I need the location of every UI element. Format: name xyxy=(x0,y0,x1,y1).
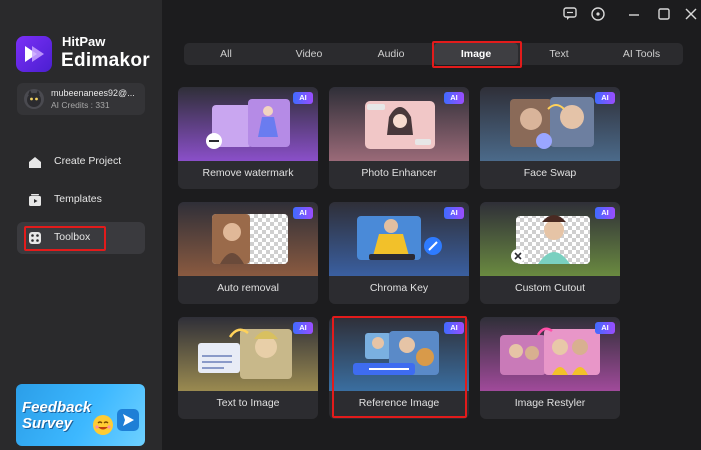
maximize-icon[interactable] xyxy=(656,6,672,22)
sidebar: HitPaw Edimakor mubeenanees92@... AI Cre… xyxy=(0,0,162,450)
feedback-line1: Feedback xyxy=(22,399,92,416)
ai-badge: AI xyxy=(444,92,464,104)
house-icon xyxy=(29,157,41,168)
minimize-icon[interactable] xyxy=(626,6,642,22)
tool-card-chroma-key[interactable]: AI Chroma Key xyxy=(329,202,469,304)
send-icon xyxy=(117,409,139,431)
ai-badge: AI xyxy=(444,207,464,219)
title-bar xyxy=(162,0,701,28)
edimakor-logo-icon xyxy=(16,36,52,72)
ai-badge: AI xyxy=(293,207,313,219)
feedback-line2: Survey xyxy=(22,415,73,432)
tab-text[interactable]: Text xyxy=(518,43,600,65)
user-account-card[interactable]: mubeenanees92@... AI Credits : 331 xyxy=(17,83,145,115)
tool-card-title: Text to Image xyxy=(216,397,280,409)
toolbox-icon xyxy=(29,232,41,244)
tool-card-custom-cutout[interactable]: AI Custom Cutout xyxy=(480,202,620,304)
ai-credits: AI Credits : 331 xyxy=(51,100,110,110)
brand-name-main: Edimakor xyxy=(61,50,150,71)
emoji-icon xyxy=(93,415,113,435)
tab-audio[interactable]: Audio xyxy=(350,43,432,65)
ai-badge: AI xyxy=(595,207,615,219)
tool-card-photo-enhancer[interactable]: AI Photo Enhancer xyxy=(329,87,469,189)
sidebar-item-create-project[interactable]: Create Project xyxy=(17,146,145,178)
tool-card-remove-watermark[interactable]: AI Remove watermark xyxy=(178,87,318,189)
tool-card-title: Custom Cutout xyxy=(514,282,586,294)
sidebar-item-toolbox[interactable]: Toolbox xyxy=(17,222,145,254)
sidebar-item-label: Toolbox xyxy=(54,231,91,243)
sidebar-item-label: Templates xyxy=(54,193,102,205)
tool-card-title: Auto removal xyxy=(217,282,279,294)
tool-card-text-to-image[interactable]: AI Text to Image xyxy=(178,317,318,419)
tool-card-auto-removal[interactable]: AI Auto removal xyxy=(178,202,318,304)
tool-card-title: Image Restyler xyxy=(514,397,586,409)
tool-card-title: Face Swap xyxy=(523,167,577,179)
sidebar-item-label: Create Project xyxy=(54,155,122,167)
tool-card-image-restyler[interactable]: AI Image Restyler xyxy=(480,317,620,419)
tool-card-face-swap[interactable]: AI Face Swap xyxy=(480,87,620,189)
tab-ai-tools[interactable]: AI Tools xyxy=(600,43,683,65)
tool-card-reference-image[interactable]: AI Reference Image xyxy=(329,317,469,419)
ai-badge: AI xyxy=(293,322,313,334)
info-icon[interactable] xyxy=(590,6,606,22)
user-email: mubeenanees92@... xyxy=(51,88,135,98)
tab-all[interactable]: All xyxy=(184,43,268,65)
feedback-survey-banner[interactable]: Feedback Survey xyxy=(16,384,145,446)
tool-card-title: Remove watermark xyxy=(202,167,294,179)
ai-badge: AI xyxy=(293,92,313,104)
templates-icon xyxy=(29,194,41,206)
ai-badge: AI xyxy=(444,322,464,334)
tab-image[interactable]: Image xyxy=(434,43,518,65)
tool-card-title: Photo Enhancer xyxy=(361,167,437,179)
avatar xyxy=(24,89,44,109)
tool-card-title: Chroma Key xyxy=(369,282,429,294)
brand-name-top: HitPaw xyxy=(62,34,106,49)
tab-video[interactable]: Video xyxy=(268,43,350,65)
sidebar-item-templates[interactable]: Templates xyxy=(17,184,145,216)
chat-icon[interactable] xyxy=(562,6,578,22)
ai-badge: AI xyxy=(595,322,615,334)
category-tabs: All Video Audio Image Text AI Tools xyxy=(184,43,683,65)
close-icon[interactable] xyxy=(683,6,699,22)
tool-card-title: Reference Image xyxy=(358,397,440,409)
ai-badge: AI xyxy=(595,92,615,104)
